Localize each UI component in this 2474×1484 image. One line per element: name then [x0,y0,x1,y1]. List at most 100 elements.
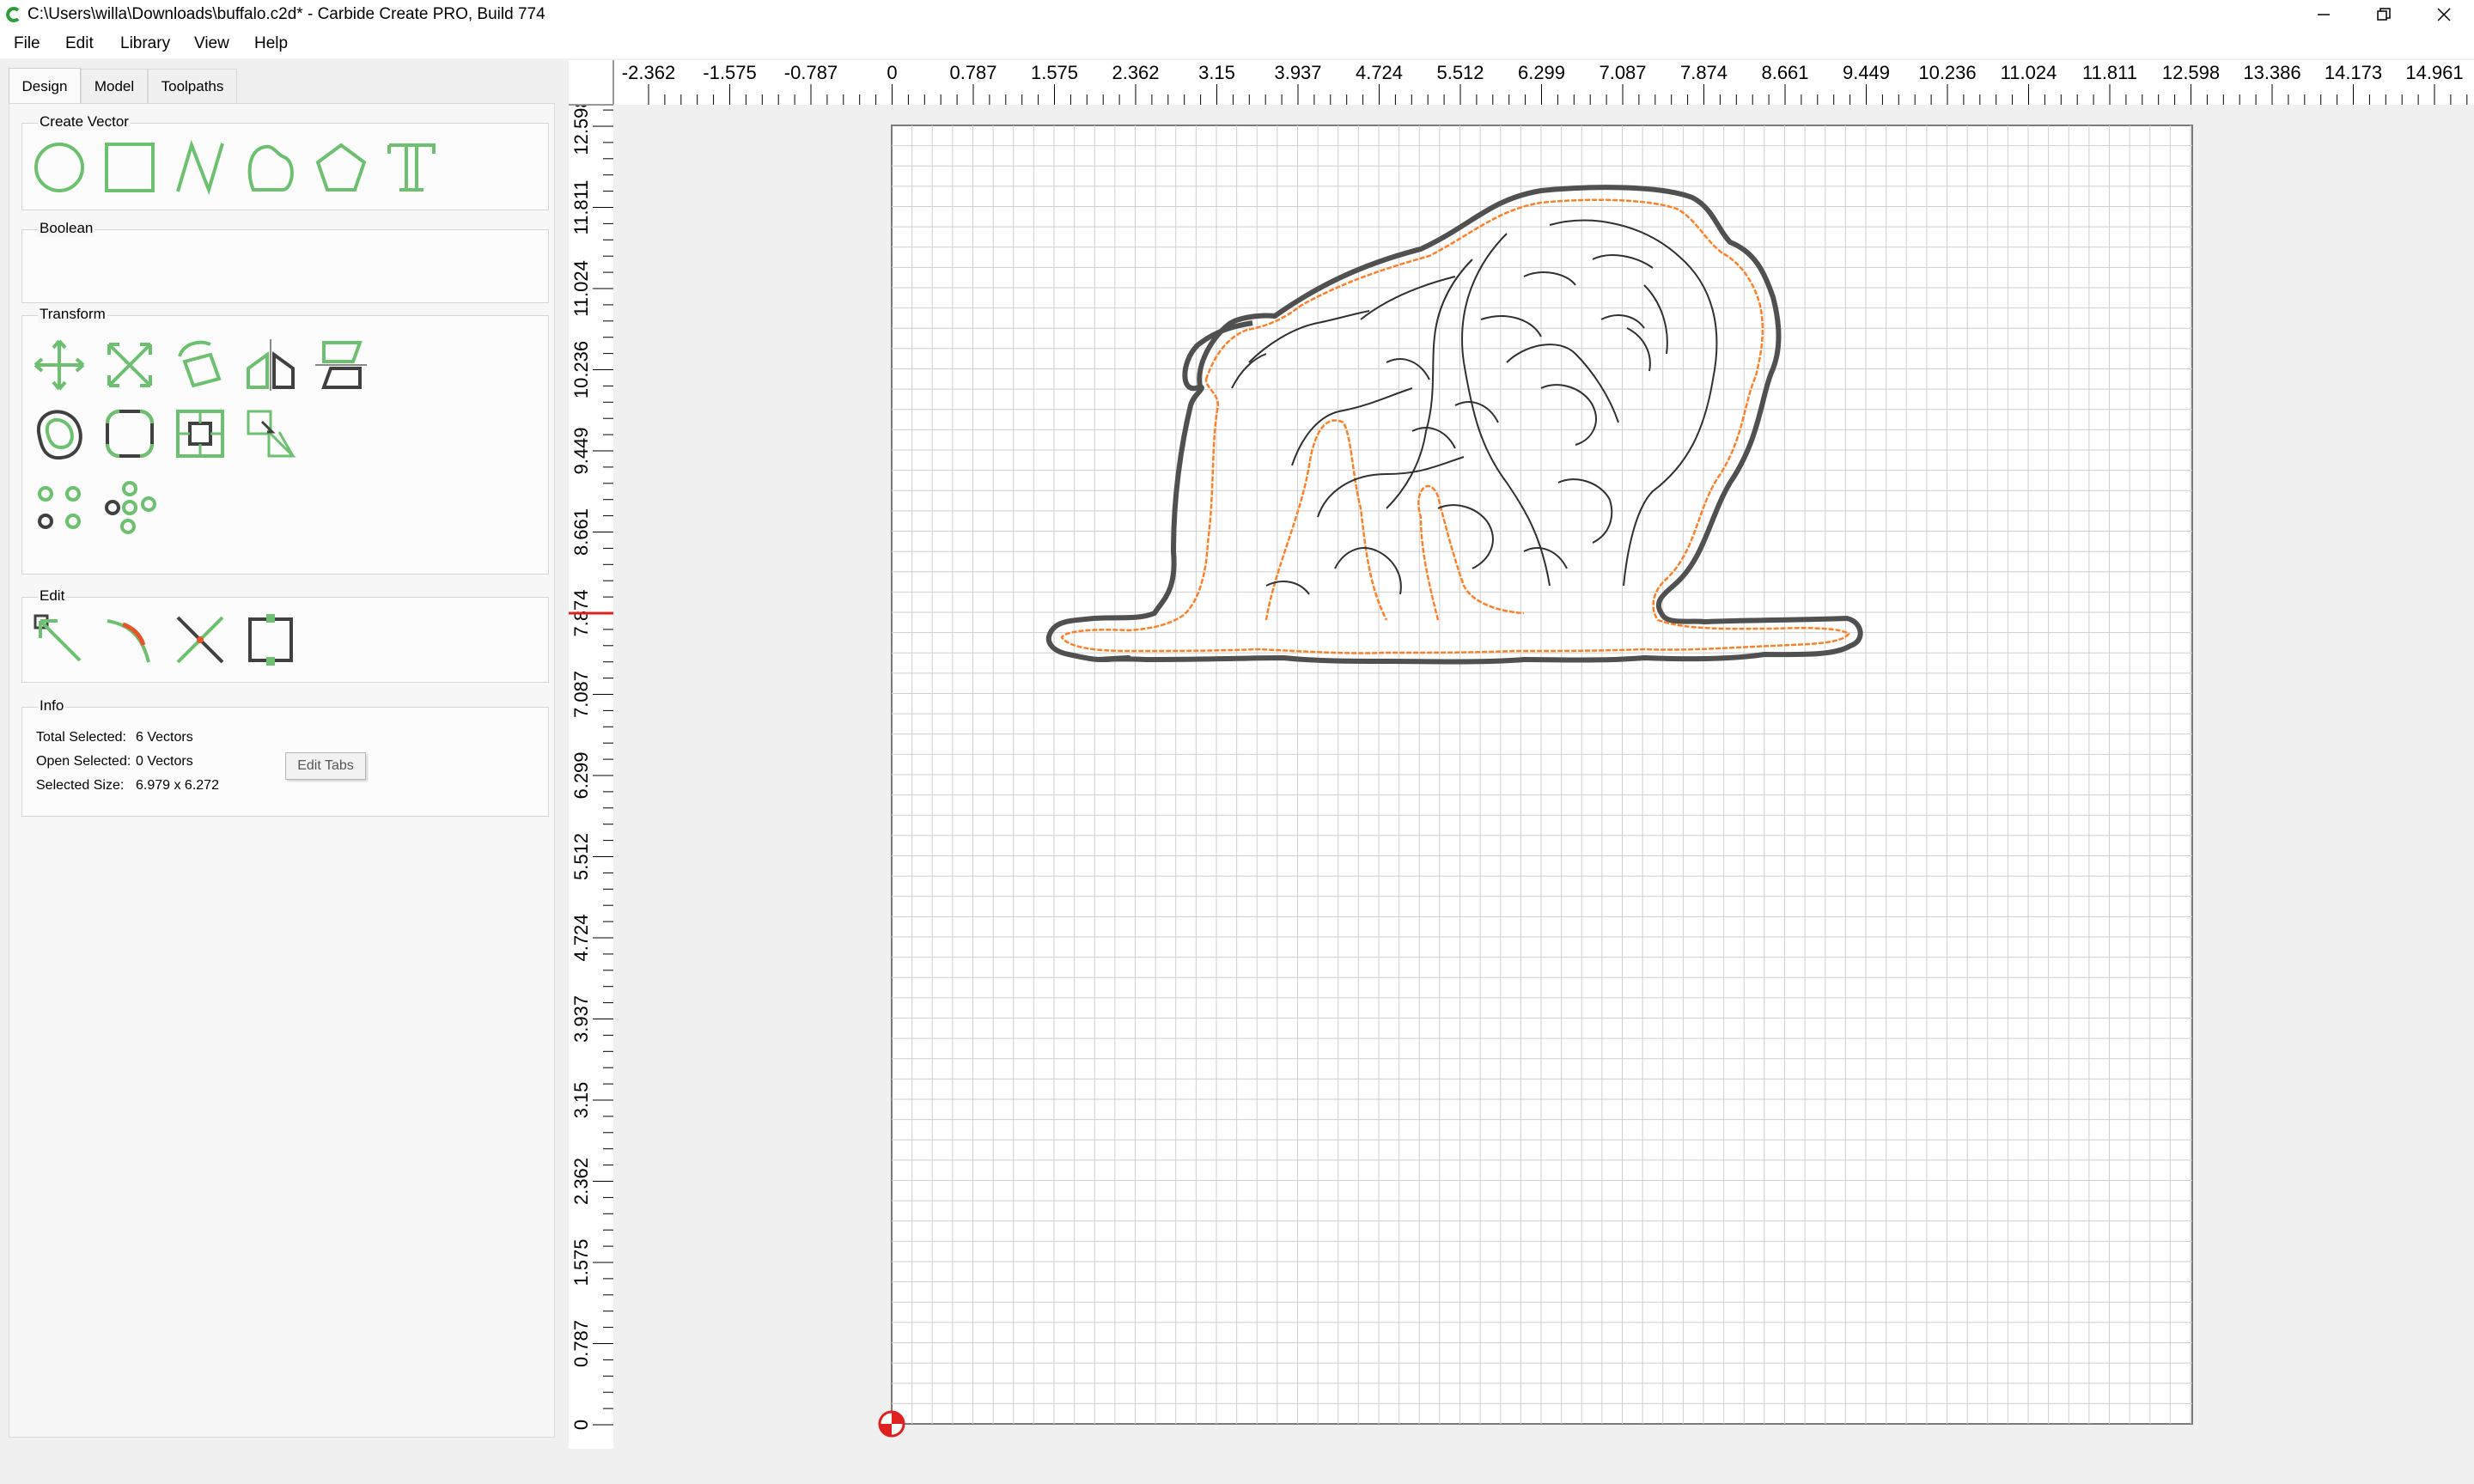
minimize-icon [2318,14,2330,15]
title-bar: C:\Users\willa\Downloads\buffalo.c2d* - … [0,0,2474,29]
edit-group: Edit [21,587,549,683]
curve-icon [247,144,294,192]
edit-tabs-icon [248,614,293,666]
align-corner-tool-button[interactable] [241,404,301,464]
carbide-logo-icon [6,7,20,22]
circular-array-tool-button[interactable] [29,477,89,538]
menu-edit[interactable]: Edit [65,34,94,53]
tab-design[interactable]: Design [9,68,81,104]
fillet-icon [106,410,154,458]
v-ruler-label: 2.362 [570,1158,592,1205]
total-selected-label: Total Selected: [36,730,126,745]
tab-model[interactable]: Model [81,69,148,103]
menu-help[interactable]: Help [254,34,288,53]
align-corner-icon [247,410,296,458]
move-tool-button[interactable] [29,335,89,395]
h-ruler-label: 5.512 [1436,62,1484,83]
align-tool-button[interactable] [170,404,230,464]
origin-marker-icon [878,1410,905,1438]
selected-size-label: Selected Size: [36,778,125,793]
rotate-tool-button[interactable] [170,335,230,395]
h-ruler-label: 14.961 [2405,62,2463,83]
v-ruler-label: 11.024 [570,260,592,317]
h-ruler-label: 7.874 [1680,62,1728,83]
drawing-canvas[interactable] [613,105,2474,1448]
v-ruler-label: 3.937 [570,995,592,1043]
transform-title: Transform [38,306,107,323]
h-ruler-label: 8.661 [1761,62,1808,83]
close-button[interactable] [2405,0,2474,29]
polygon-tool-button[interactable] [311,137,371,198]
tab-toolpaths[interactable]: Toolpaths [148,69,237,103]
v-ruler-label: 12.598 [570,106,592,155]
mirror-tool-button[interactable] [241,335,301,395]
trim-icon [107,619,150,663]
v-ruler-label: 0 [570,1420,592,1430]
menu-bar: File Edit Library View Help [0,29,2474,58]
edit-tabs-tooltip: Edit Tabs [285,752,366,780]
node-edit-icon [34,614,82,662]
menu-file[interactable]: File [14,34,40,53]
h-ruler-label: 3.15 [1198,62,1235,83]
offset-tool-button[interactable] [29,404,89,464]
info-title: Info [38,697,66,715]
menu-view[interactable]: View [194,34,229,53]
create-vector-group: Create Vector [21,113,549,210]
node-edit-tool-button[interactable] [29,610,89,670]
h-ruler-label: 13.386 [2243,62,2300,83]
h-ruler-label: 7.087 [1599,62,1646,83]
total-selected-row: Total Selected: 6 Vectors [36,730,193,745]
close-icon [2437,8,2451,21]
h-ruler-label: 10.236 [1918,62,1976,83]
offset-icon [36,410,82,460]
h-ruler-label: 2.362 [1112,62,1159,83]
selected-size-row: Selected Size: 6.979 x 6.272 [36,778,219,794]
v-ruler-label: 6.299 [570,751,592,799]
rect-array-icon [105,481,156,534]
rectangle-icon [105,143,155,192]
rotate-icon [178,340,222,388]
v-ruler-label: 1.575 [570,1238,592,1286]
boolean-group: Boolean [21,220,549,303]
skew-tool-button[interactable] [311,335,371,395]
v-ruler-label: 10.236 [570,341,592,398]
h-ruler-label: 0 [887,62,897,83]
v-ruler-label: 7.087 [570,671,592,718]
trim-tool-button[interactable] [100,610,160,670]
circle-icon [34,143,84,192]
v-ruler-label: 5.512 [570,833,592,880]
vertical-ruler-ticks: 12.59811.81111.02410.2369.4498.6617.8747… [569,106,613,1430]
curve-tool-button[interactable] [241,137,301,198]
align-icon [176,410,224,458]
circular-array-icon [38,486,81,529]
menu-library[interactable]: Library [120,34,170,53]
h-ruler-label: 14.173 [2325,62,2382,83]
cut-icon [176,616,224,664]
fillet-tool-button[interactable] [100,404,160,464]
v-ruler-label: 8.661 [570,508,592,556]
polyline-icon [176,140,224,195]
h-ruler-label: 11.811 [2082,62,2137,83]
text-icon [387,143,436,192]
vertical-ruler: 12.598 11.811 11.024 10.236 9.449 8.661 7.874 7… [569,105,613,1449]
open-selected-value: 0 Vectors [136,754,193,769]
h-ruler-label: -1.575 [703,62,756,83]
edit-tabs-tool-button[interactable] [241,610,301,670]
design-panel: Design Model Toolpaths Create Vector Boo… [9,68,555,1438]
polyline-tool-button[interactable] [170,137,230,198]
rectangle-tool-button[interactable] [100,137,160,198]
scale-tool-button[interactable] [100,335,160,395]
horizontal-ruler: -2.362 -1.575 -0.787 0 0.787 1.575 2.362 3.15 3.… [613,60,2474,105]
rect-array-tool-button[interactable] [100,477,160,538]
move-icon [34,339,85,391]
circle-tool-button[interactable] [29,137,89,198]
h-ruler-label: 9.449 [1843,62,1890,83]
text-tool-button[interactable] [381,137,442,198]
selected-size-value: 6.979 x 6.272 [136,778,219,793]
open-selected-label: Open Selected: [36,754,131,769]
h-ruler-label: -2.362 [622,62,675,83]
cut-tool-button[interactable] [170,610,230,670]
design-tab-body: Create Vector Boolean Transform Edit Inf… [9,103,555,1438]
v-ruler-label: 3.15 [570,1082,592,1119]
restore-icon [2377,8,2391,21]
